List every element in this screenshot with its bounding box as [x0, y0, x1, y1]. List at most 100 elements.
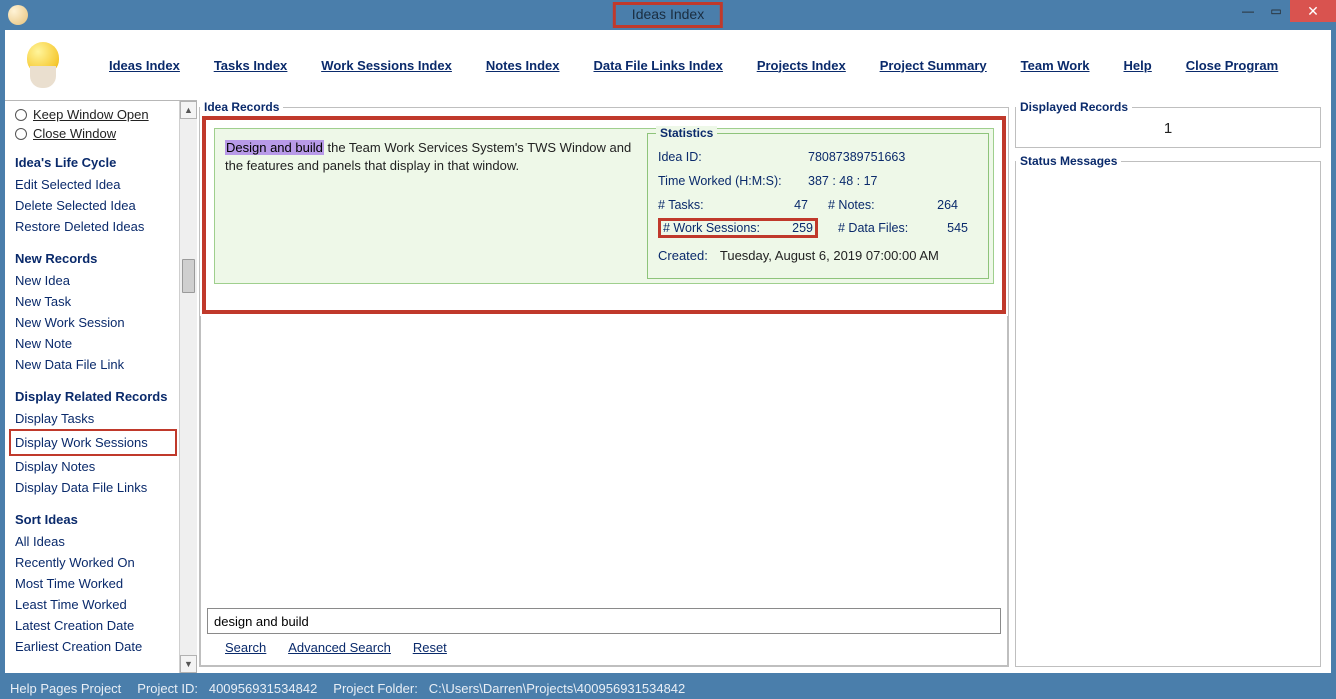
- close-button[interactable]: ✕: [1290, 0, 1336, 22]
- menu-notes-index[interactable]: Notes Index: [486, 58, 560, 73]
- link-least-time-worked[interactable]: Least Time Worked: [15, 594, 197, 615]
- created-value: Tuesday, August 6, 2019 07:00:00 AM: [720, 248, 939, 263]
- status-messages-legend: Status Messages: [1016, 154, 1121, 168]
- scroll-down-arrow-icon[interactable]: ▼: [180, 655, 197, 673]
- heading-printing: Printing: [15, 671, 197, 673]
- window-title: Ideas Index: [613, 2, 723, 28]
- data-files-label: # Data Files:: [838, 221, 928, 235]
- records-column: Idea Records Design and build the Team W…: [199, 100, 1009, 667]
- sidebar: Keep Window Open Close Window Idea's Lif…: [5, 100, 197, 673]
- link-new-work-session[interactable]: New Work Session: [15, 312, 197, 333]
- statusbar: Help Pages Project Project ID: 400956931…: [0, 677, 1336, 699]
- client-area: Ideas Index Tasks Index Work Sessions In…: [5, 30, 1331, 673]
- maximize-button[interactable]: ▭: [1262, 0, 1290, 22]
- idea-card[interactable]: Design and build the Team Work Services …: [214, 128, 994, 284]
- link-all-ideas[interactable]: All Ideas: [15, 531, 197, 552]
- main-menu: Ideas Index Tasks Index Work Sessions In…: [109, 58, 1278, 73]
- minimize-button[interactable]: —: [1234, 0, 1262, 22]
- titlebar: Ideas Index — ▭ ✕: [0, 0, 1336, 30]
- advanced-search-link[interactable]: Advanced Search: [288, 640, 391, 655]
- link-most-time-worked[interactable]: Most Time Worked: [15, 573, 197, 594]
- heading-life-cycle: Idea's Life Cycle: [15, 155, 197, 170]
- main-toolbar: Ideas Index Tasks Index Work Sessions In…: [5, 30, 1331, 100]
- time-worked-value: 387 : 48 : 17: [808, 174, 878, 188]
- data-files-value: 545: [928, 221, 968, 235]
- link-new-idea[interactable]: New Idea: [15, 270, 197, 291]
- heading-new-records: New Records: [15, 251, 197, 266]
- notes-value: 264: [918, 198, 958, 212]
- time-worked-label: Time Worked (H:M:S):: [658, 174, 808, 188]
- menu-close-program[interactable]: Close Program: [1186, 58, 1278, 73]
- work-sessions-label: # Work Sessions:: [663, 221, 773, 235]
- link-new-task[interactable]: New Task: [15, 291, 197, 312]
- data-files-pair: # Data Files: 545: [838, 221, 968, 235]
- tasks-pair: # Tasks: 47: [658, 198, 808, 212]
- scroll-up-arrow-icon[interactable]: ▲: [180, 101, 197, 119]
- work-sessions-value: 259: [773, 221, 813, 235]
- displayed-records-legend: Displayed Records: [1016, 100, 1132, 114]
- app-logo: [11, 38, 75, 92]
- displayed-records-fieldset: Displayed Records 1: [1015, 100, 1321, 148]
- window-controls: — ▭ ✕: [1234, 0, 1336, 22]
- idea-records-fieldset: Idea Records Design and build the Team W…: [199, 100, 1009, 667]
- lightbulb-head-icon: [26, 42, 60, 88]
- status-project-id: Project ID: 400956931534842: [137, 681, 317, 696]
- idea-statistics: Statistics Idea ID: 78087389751663 Time …: [647, 133, 989, 279]
- statistics-legend: Statistics: [656, 126, 717, 140]
- project-folder-value: C:\Users\Darren\Projects\400956931534842: [429, 681, 686, 696]
- link-new-note[interactable]: New Note: [15, 333, 197, 354]
- menu-tasks-index[interactable]: Tasks Index: [214, 58, 287, 73]
- link-restore-deleted-ideas[interactable]: Restore Deleted Ideas: [15, 216, 197, 237]
- link-display-data-file-links[interactable]: Display Data File Links: [15, 477, 197, 498]
- link-display-work-sessions[interactable]: Display Work Sessions: [9, 429, 177, 456]
- search-link[interactable]: Search: [225, 640, 266, 655]
- status-help-pages: Help Pages Project: [10, 681, 121, 696]
- body: Keep Window Open Close Window Idea's Lif…: [5, 100, 1331, 673]
- link-delete-selected-idea[interactable]: Delete Selected Idea: [15, 195, 197, 216]
- link-recently-worked-on[interactable]: Recently Worked On: [15, 552, 197, 573]
- menu-projects-index[interactable]: Projects Index: [757, 58, 846, 73]
- records-highlight-frame: Design and build the Team Work Services …: [202, 116, 1006, 314]
- link-earliest-creation-date[interactable]: Earliest Creation Date: [15, 636, 197, 657]
- search-links: Search Advanced Search Reset: [207, 634, 1001, 659]
- scroll-thumb[interactable]: [182, 259, 195, 293]
- link-new-data-file-link[interactable]: New Data File Link: [15, 354, 197, 375]
- search-input[interactable]: [207, 608, 1001, 634]
- main-area: Idea Records Design and build the Team W…: [197, 100, 1331, 673]
- tasks-label: # Tasks:: [658, 198, 768, 212]
- heading-display-related: Display Related Records: [15, 389, 197, 404]
- tasks-value: 47: [768, 198, 808, 212]
- link-edit-selected-idea[interactable]: Edit Selected Idea: [15, 174, 197, 195]
- notes-pair: # Notes: 264: [828, 198, 958, 212]
- menu-data-file-links-index[interactable]: Data File Links Index: [594, 58, 723, 73]
- records-empty-area: Search Advanced Search Reset: [200, 316, 1008, 666]
- work-sessions-pair: # Work Sessions: 259: [658, 218, 818, 238]
- scroll-track[interactable]: [180, 119, 197, 655]
- idea-highlight: Design and build: [225, 140, 324, 155]
- sidebar-scrollbar[interactable]: ▲ ▼: [179, 101, 197, 673]
- idea-id-value: 78087389751663: [808, 150, 905, 164]
- link-display-tasks[interactable]: Display Tasks: [15, 408, 197, 429]
- idea-id-label: Idea ID:: [658, 150, 808, 164]
- search-area: Search Advanced Search Reset: [201, 598, 1007, 665]
- menu-ideas-index[interactable]: Ideas Index: [109, 58, 180, 73]
- status-project-folder: Project Folder: C:\Users\Darren\Projects…: [333, 681, 685, 696]
- project-id-label: Project ID:: [137, 681, 198, 696]
- link-display-notes[interactable]: Display Notes: [15, 456, 197, 477]
- menu-team-work[interactable]: Team Work: [1021, 58, 1090, 73]
- radio-icon: [15, 128, 27, 140]
- radio-keep-window-open[interactable]: Keep Window Open: [15, 107, 197, 122]
- right-column: Displayed Records 1 Status Messages: [1015, 100, 1321, 667]
- created-label: Created:: [658, 248, 708, 263]
- idea-records-legend: Idea Records: [200, 100, 283, 114]
- radio-close-window[interactable]: Close Window: [15, 126, 197, 141]
- menu-help[interactable]: Help: [1124, 58, 1152, 73]
- menu-project-summary[interactable]: Project Summary: [880, 58, 987, 73]
- project-id-value: 400956931534842: [209, 681, 317, 696]
- menu-work-sessions-index[interactable]: Work Sessions Index: [321, 58, 452, 73]
- reset-link[interactable]: Reset: [413, 640, 447, 655]
- idea-description: Design and build the Team Work Services …: [215, 129, 647, 283]
- radio-icon: [15, 109, 27, 121]
- link-latest-creation-date[interactable]: Latest Creation Date: [15, 615, 197, 636]
- notes-label: # Notes:: [828, 198, 918, 212]
